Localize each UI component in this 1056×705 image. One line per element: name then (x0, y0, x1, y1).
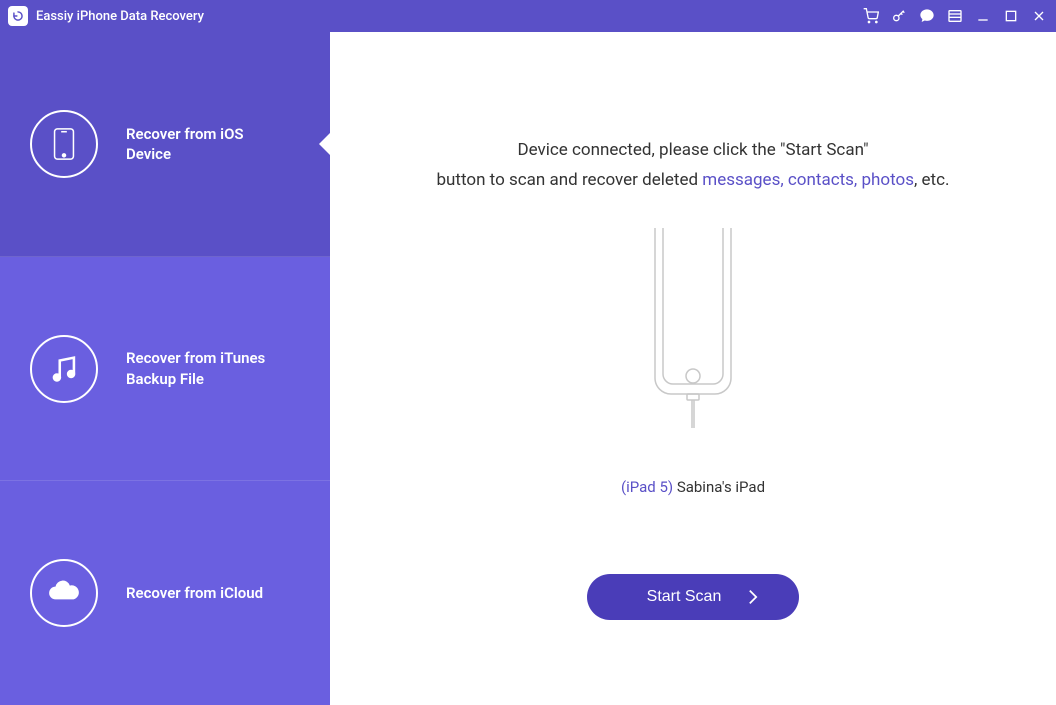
cart-icon[interactable] (862, 7, 880, 25)
cloud-icon (30, 559, 98, 627)
app-title: Eassiy iPhone Data Recovery (36, 9, 204, 24)
minimize-icon[interactable] (974, 7, 992, 25)
key-icon[interactable] (890, 7, 908, 25)
title-left: Eassiy iPhone Data Recovery (8, 6, 204, 26)
sidebar-item-recover-icloud[interactable]: Recover from iCloud (0, 481, 330, 705)
app-window: Eassiy iPhone Data Recovery (0, 0, 1056, 705)
close-icon[interactable] (1030, 7, 1048, 25)
music-note-icon (30, 335, 98, 403)
chat-icon[interactable] (918, 7, 936, 25)
main-content: Device connected, please click the "Star… (330, 32, 1056, 705)
device-label: Sabina's iPad (673, 478, 765, 496)
instruction-text-line2: button to scan and recover deleted messa… (437, 170, 950, 190)
instruction-text-line1: Device connected, please click the "Star… (517, 140, 868, 160)
app-logo-icon (8, 6, 28, 26)
sidebar-item-recover-ios-device[interactable]: Recover from iOS Device (0, 32, 330, 257)
device-illustration (643, 228, 743, 432)
device-name-row: (iPad 5) Sabina's iPad (621, 478, 765, 496)
sidebar-item-label: Recover from iOS Device (126, 124, 286, 165)
instruction-links[interactable]: messages, contacts, photos (702, 170, 914, 190)
app-body: Recover from iOS Device Recover from iTu… (0, 32, 1056, 705)
title-bar: Eassiy iPhone Data Recovery (0, 0, 1056, 32)
instruction-prefix: button to scan and recover deleted (437, 170, 703, 190)
device-model: (iPad 5) (621, 478, 673, 496)
sidebar-item-recover-itunes-backup[interactable]: Recover from iTunes Backup File (0, 257, 330, 482)
maximize-icon[interactable] (1002, 7, 1020, 25)
sidebar: Recover from iOS Device Recover from iTu… (0, 32, 330, 705)
title-right-controls (862, 7, 1048, 25)
start-scan-button[interactable]: Start Scan (587, 574, 799, 620)
chevron-right-icon (747, 589, 759, 605)
start-scan-label: Start Scan (647, 588, 722, 606)
phone-icon (30, 110, 98, 178)
sidebar-item-label: Recover from iCloud (126, 583, 263, 603)
sidebar-item-label: Recover from iTunes Backup File (126, 348, 286, 389)
menu-icon[interactable] (946, 7, 964, 25)
instruction-suffix: , etc. (914, 170, 950, 190)
